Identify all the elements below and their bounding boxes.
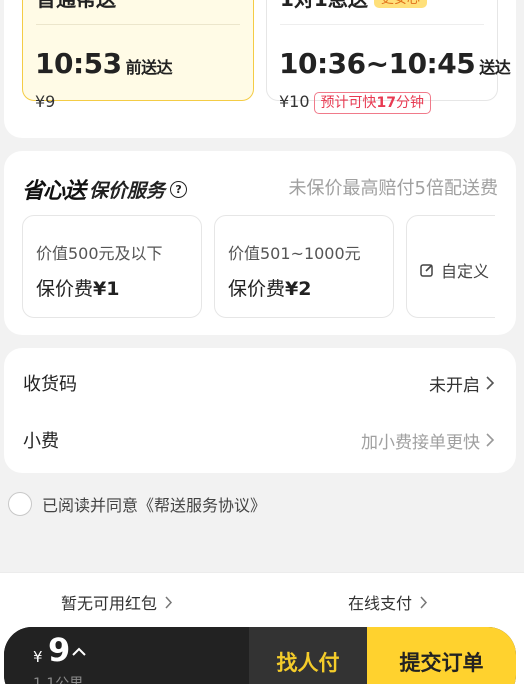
insurance-note: 未保价最高赔付5倍配送费 [288,178,498,199]
receipt-code-value: 未开启 [429,376,480,396]
agreement-row: 已阅读并同意《帮送服务协议》 [8,492,266,516]
option-badge: 更安心 [373,0,427,8]
option-value-range: 价值500元及以下 [36,244,163,263]
currency-symbol: ¥ [33,648,43,666]
find-someone-pay-button[interactable]: 找人付 [249,627,367,684]
divider [36,24,240,25]
faster-tag: 预计可快17分钟 [313,92,432,114]
fee-label: 保价费 [228,278,286,300]
option-fee: 保价费¥1 [36,274,119,301]
payment-method-link[interactable]: 在线支付 [348,590,428,614]
tag-value: 17 [376,95,397,111]
option-fee: 保价费¥2 [228,274,311,301]
insurance-option-1000[interactable]: 价值501~1000元 保价费¥2 [214,215,394,318]
delivery-option-normal[interactable]: 普通帮送 10:53前送达 ¥9 [22,0,254,111]
price-value: ¥10 [279,92,310,111]
insurance-title: 保价服务 [89,179,166,202]
time-value: 10:53 [35,47,122,80]
price-summary[interactable]: ¥ 9 1.1公里 [4,627,249,684]
custom-label: 自定义 [441,262,490,281]
total-amount: 9 [48,631,71,669]
tip-value: 加小费接单更快 [361,433,480,453]
insurance-option-custom[interactable]: 自定义 [406,215,495,318]
help-icon[interactable]: ? [170,180,188,198]
option-time: 10:53 前送达 [35,47,173,80]
settings-card: 收货码 未开启 小费 加小费接单更快 [4,348,516,473]
submit-bar: ¥ 9 1.1公里 找人付 提交订单 [4,627,516,684]
delivery-option-urgent[interactable]: 1对1急送更安心 10:36~10:45送达 ¥10预计可快17分钟 [266,0,511,114]
time-suffix: 前送达 [125,58,173,77]
option-value-range: 价值501~1000元 [228,244,361,263]
tag-suffix: 分钟 [396,95,425,111]
insurance-header: 省心送 保价服务 ? [22,173,188,205]
coupon-label: 暂无可用红包 [61,594,158,613]
receipt-code-label: 收货码 [23,374,77,395]
tip-row[interactable]: 小费 加小费接单更快 [4,413,516,469]
chevron-right-icon [420,595,428,609]
agreement-text[interactable]: 已阅读并同意《帮送服务协议》 [42,492,266,516]
agreement-checkbox[interactable] [8,492,32,516]
option-title: 普通帮送 [36,0,116,12]
option-title-text: 1对1急送 [280,0,368,11]
receipt-code-row[interactable]: 收货码 未开启 [4,356,516,412]
fee-value: ¥2 [285,278,312,300]
tip-label: 小费 [23,431,59,452]
edit-icon [420,264,433,277]
tag-prefix: 预计可快 [320,95,377,111]
chevron-right-icon [486,376,495,390]
chevron-right-icon [165,595,173,609]
divider [280,24,484,25]
brand-logo: 省心送 [22,179,86,204]
option-time: 10:36~10:45 送达 [279,47,511,80]
fee-value: ¥1 [93,278,120,300]
option-price: ¥9 [35,92,56,111]
option-title: 1对1急送更安心 [280,0,427,12]
delivery-options-card: 普通帮送 10:53前送达 ¥9 1对1急送更安心 10:36~10:45送达 … [4,0,516,138]
time-suffix: 送达 [479,58,511,77]
chevron-up-icon [72,647,86,656]
distance-text: 1.1公里 [33,676,84,684]
payment-label: 在线支付 [348,594,413,613]
option-price: ¥10 预计可快17分钟 [279,92,432,114]
submit-order-button[interactable]: 提交订单 [367,627,516,684]
time-value: 10:36~10:45 [279,47,476,80]
insurance-card: 省心送 保价服务 ? 未保价最高赔付5倍配送费 价值500元及以下 保价费¥1 … [4,151,516,335]
custom-option: 自定义 [420,258,489,282]
chevron-right-icon [486,433,495,447]
fee-label: 保价费 [36,278,94,300]
insurance-option-500[interactable]: 价值500元及以下 保价费¥1 [22,215,202,318]
bottom-bar: 暂无可用红包 在线支付 ¥ 9 1.1公里 找人付 提交订单 [0,572,524,684]
coupon-link[interactable]: 暂无可用红包 [61,590,173,614]
insurance-options-scroller[interactable]: 价值500元及以下 保价费¥1 价值501~1000元 保价费¥2 自定义 [22,215,495,318]
